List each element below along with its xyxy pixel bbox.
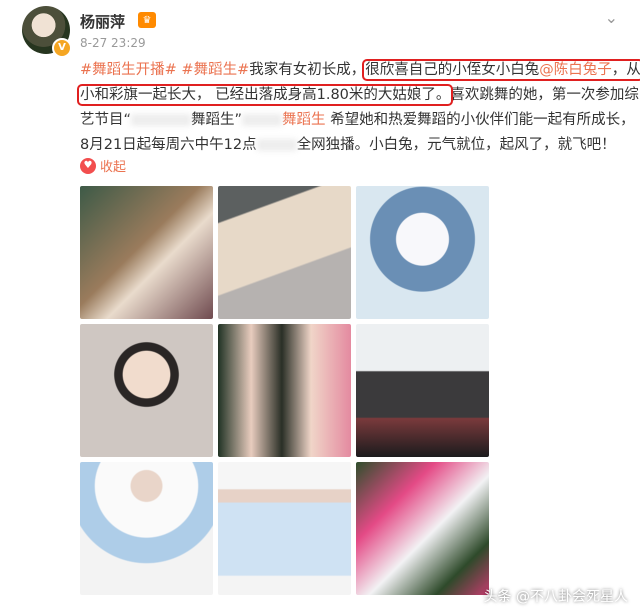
- post-text-segment: 希望她和热爱舞蹈的小伙伴们能一起有所成长，: [330, 112, 635, 128]
- blurred-text: [131, 114, 192, 126]
- post-text-segment: 喜欢跳舞的她，第一次参加综: [450, 87, 639, 103]
- post-text-segment: ，从: [611, 62, 640, 78]
- watermark: 头条 @不八卦会死星人: [483, 589, 628, 605]
- photo-grid: [80, 186, 490, 603]
- photo-thumbnail[interactable]: [80, 186, 213, 319]
- post-timestamp[interactable]: 8-27 23:29: [80, 36, 146, 50]
- collapse-button[interactable]: ♥ 收起: [80, 156, 126, 175]
- photo-thumbnail[interactable]: [356, 462, 489, 595]
- post-text-segment: 舞蹈生: [191, 112, 235, 128]
- photo-thumbnail[interactable]: [356, 186, 489, 319]
- hashtag-link[interactable]: #舞蹈生开播#: [80, 62, 177, 78]
- blurred-text: [242, 114, 283, 126]
- highlighted-text: 小和彩旗一起长大， 已经出落成身高1.80米的大姑娘了。: [76, 84, 454, 106]
- post-line-2: 小和彩旗一起长大， 已经出落成身高1.80米的大姑娘了。喜欢跳舞的她，第一次参加…: [76, 83, 639, 108]
- post-body: #舞蹈生开播# #舞蹈生#我家有女初长成，很欣喜自己的小侄女小白兔@陈白兔子，从…: [76, 58, 640, 158]
- hashtag-link[interactable]: #舞蹈生#: [181, 62, 249, 78]
- post-line-4: 8月21日起每周六中午12点 全网独播。小白兔，元气就位，起风了，就飞吧！: [80, 133, 625, 158]
- post-text-segment: 8月21日起每周六中午12点: [80, 137, 257, 153]
- verified-badge-icon: V: [52, 38, 72, 58]
- chevron-down-icon[interactable]: ⌄: [605, 8, 618, 27]
- photo-thumbnail[interactable]: [218, 462, 351, 595]
- post-text-segment: 我家有女初长成，: [249, 62, 366, 78]
- member-crown-icon: ♛: [138, 12, 156, 28]
- post-text-segment: 全网独播。小白兔，元气就位，起风了，就飞吧！: [296, 137, 616, 153]
- photo-thumbnail[interactable]: [218, 186, 351, 319]
- collapse-label: 收起: [100, 160, 127, 175]
- program-name: 舞蹈生: [282, 112, 326, 128]
- post-text-segment: 艺节目“: [80, 112, 132, 128]
- post-line-1: #舞蹈生开播# #舞蹈生#我家有女初长成，很欣喜自己的小侄女小白兔@陈白兔子，从: [80, 58, 640, 83]
- highlighted-text: 很欣喜自己的小侄女小白兔@陈白兔子，从: [362, 59, 640, 81]
- photo-thumbnail[interactable]: [356, 324, 489, 457]
- photo-thumbnail[interactable]: [218, 324, 351, 457]
- photo-thumbnail[interactable]: [80, 462, 213, 595]
- heart-icon: ♥: [80, 157, 96, 174]
- post-line-3: 艺节目“ 舞蹈生” 舞蹈生 希望她和热爱舞蹈的小伙伴们能一起有所成长，: [80, 112, 635, 128]
- mention-link[interactable]: @陈白兔子: [539, 62, 612, 78]
- post-text-segment: 很欣喜自己的小侄女小白兔: [365, 62, 540, 78]
- photo-thumbnail[interactable]: [80, 324, 213, 457]
- blurred-text: [256, 139, 297, 151]
- username[interactable]: 杨丽萍: [80, 11, 125, 32]
